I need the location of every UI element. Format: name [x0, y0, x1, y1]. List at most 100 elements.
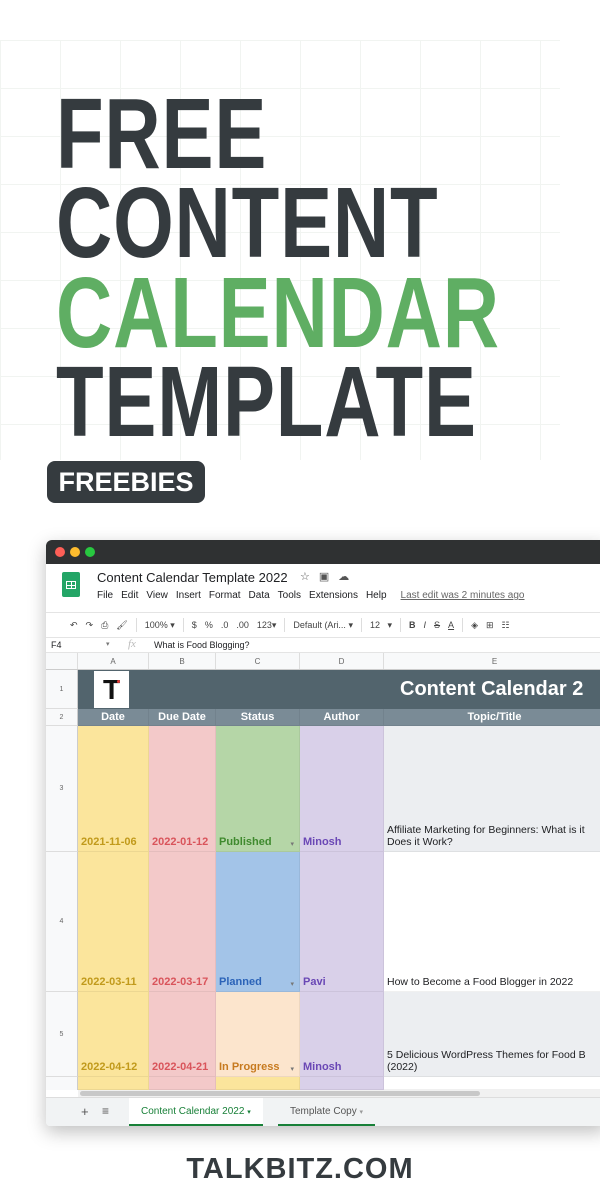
- star-icon[interactable]: ☆: [300, 570, 310, 583]
- move-to-folder-icon[interactable]: ▣: [319, 570, 329, 583]
- header-author[interactable]: Author: [300, 709, 384, 726]
- author-cell[interactable]: Minosh: [300, 726, 384, 852]
- menu-format[interactable]: Format: [209, 590, 241, 601]
- column-header-c[interactable]: C: [216, 653, 300, 669]
- sheet-tabs-bar: + ≡ Content Calendar 2022 ▾ Template Cop…: [46, 1097, 600, 1126]
- topic-cell[interactable]: How to Become a Food Blogger in 2022: [384, 852, 600, 992]
- bold-button[interactable]: B: [409, 620, 416, 630]
- footer-site-name: TALKBITZ.COM: [186, 1153, 414, 1185]
- status-dropdown[interactable]: In Progress ▾: [216, 992, 300, 1077]
- date-cell[interactable]: 2022-04-12: [78, 992, 149, 1077]
- font-select[interactable]: Default (Ari... ▾: [293, 620, 353, 631]
- strikethrough-button[interactable]: S: [434, 620, 440, 630]
- minimize-window-button[interactable]: [70, 547, 80, 557]
- due-date-cell[interactable]: 2022-03-17: [149, 852, 216, 992]
- due-date-cell[interactable]: 2022-01-12: [149, 726, 216, 852]
- text-color-button[interactable]: A: [448, 620, 454, 630]
- header-topic[interactable]: Topic/Title: [384, 709, 600, 726]
- app-header: Content Calendar Template 2022 ☆ ▣ ☁ Fil…: [46, 564, 600, 612]
- spreadsheet-window: Content Calendar Template 2022 ☆ ▣ ☁ Fil…: [46, 540, 600, 1126]
- menu-data[interactable]: Data: [249, 590, 270, 601]
- row-number[interactable]: 1: [46, 670, 78, 709]
- row-number[interactable]: 5: [46, 992, 78, 1077]
- print-icon[interactable]: ⎙: [101, 620, 108, 631]
- select-all-corner[interactable]: [46, 653, 78, 669]
- author-cell[interactable]: Minosh: [300, 992, 384, 1077]
- table-row: 4 2022-03-11 2022-03-17 Planned ▾ Pavi Ho…: [46, 852, 600, 992]
- name-box-dropdown-icon[interactable]: ▾: [106, 640, 110, 648]
- document-title[interactable]: Content Calendar Template 2022: [97, 570, 288, 585]
- date-cell[interactable]: 2022-03-11: [78, 852, 149, 992]
- column-header-b[interactable]: B: [149, 653, 216, 669]
- headline-template: TEMPLATE: [56, 346, 477, 458]
- status-dropdown[interactable]: Planned ▾: [216, 852, 300, 992]
- more-formats-button[interactable]: 123▾: [257, 620, 277, 631]
- borders-icon[interactable]: ⊞: [486, 620, 494, 631]
- tab-template-copy[interactable]: Template Copy ▾: [278, 1098, 375, 1126]
- increase-decimal-button[interactable]: .00: [236, 620, 249, 630]
- header-status[interactable]: Status: [216, 709, 300, 726]
- scrollbar-thumb[interactable]: [80, 1091, 480, 1096]
- fill-color-icon[interactable]: ◈: [471, 620, 478, 631]
- maximize-window-button[interactable]: [85, 547, 95, 557]
- column-header-e[interactable]: E: [384, 653, 600, 669]
- merge-cells-icon[interactable]: ☷: [502, 620, 510, 631]
- menu-view[interactable]: View: [146, 590, 168, 601]
- column-header-a[interactable]: A: [78, 653, 149, 669]
- header-due-date[interactable]: Due Date: [149, 709, 216, 726]
- column-header-d[interactable]: D: [300, 653, 384, 669]
- add-sheet-button[interactable]: +: [81, 1104, 89, 1119]
- row-number[interactable]: 4: [46, 852, 78, 992]
- talkbitz-logo: T: [94, 671, 129, 708]
- topic-cell[interactable]: Affiliate Marketing for Beginners: What …: [384, 726, 600, 852]
- column-headers: A B C D E: [46, 653, 600, 670]
- menu-extensions[interactable]: Extensions: [309, 590, 358, 601]
- header-row: 2 Date Due Date Status Author Topic/Titl…: [46, 709, 600, 726]
- undo-icon[interactable]: ↶: [70, 620, 78, 631]
- author-cell[interactable]: Pavi: [300, 852, 384, 992]
- menu-insert[interactable]: Insert: [176, 590, 201, 601]
- decrease-decimal-button[interactable]: .0: [221, 620, 229, 630]
- dropdown-arrow-icon[interactable]: ▾: [290, 840, 294, 848]
- fx-icon: fx: [128, 638, 136, 650]
- freebies-badge: FREEBIES: [47, 461, 205, 503]
- dropdown-arrow-icon[interactable]: ▾: [290, 980, 294, 988]
- header-date[interactable]: Date: [78, 709, 149, 726]
- percent-button[interactable]: %: [205, 620, 213, 630]
- date-cell[interactable]: 2021-11-06: [78, 726, 149, 852]
- all-sheets-button[interactable]: ≡: [102, 1104, 109, 1118]
- name-box[interactable]: F4: [51, 640, 62, 650]
- horizontal-scrollbar[interactable]: [78, 1090, 600, 1097]
- last-edit-link[interactable]: Last edit was 2 minutes ago: [401, 590, 525, 601]
- row-number[interactable]: 2: [46, 709, 78, 726]
- italic-button[interactable]: I: [424, 620, 427, 630]
- table-row: 5 2022-04-12 2022-04-21 In Progress ▾ Min…: [46, 992, 600, 1077]
- currency-button[interactable]: $: [192, 620, 197, 630]
- due-date-cell[interactable]: 2022-04-21: [149, 992, 216, 1077]
- redo-icon[interactable]: ↷: [86, 620, 94, 631]
- sheets-logo-icon[interactable]: [62, 572, 80, 597]
- menu-tools[interactable]: Tools: [278, 590, 301, 601]
- formula-bar: F4 ▾ fx What is Food Blogging?: [46, 637, 600, 653]
- menu-bar: File Edit View Insert Format Data Tools …: [97, 590, 525, 601]
- menu-file[interactable]: File: [97, 590, 113, 601]
- menu-edit[interactable]: Edit: [121, 590, 138, 601]
- zoom-select[interactable]: 100% ▾: [145, 620, 175, 631]
- paint-format-icon[interactable]: 🖌: [116, 620, 127, 631]
- formula-input[interactable]: What is Food Blogging?: [154, 640, 250, 650]
- banner-row: 1 T Content Calendar 2: [46, 670, 600, 709]
- topic-cell[interactable]: 5 Delicious WordPress Themes for Food B …: [384, 992, 600, 1077]
- font-size-select[interactable]: 12 ▾: [370, 620, 392, 631]
- table-row: [46, 1077, 600, 1090]
- close-window-button[interactable]: [55, 547, 65, 557]
- status-dropdown[interactable]: Published ▾: [216, 726, 300, 852]
- toolbar: ↶ ↷ ⎙ 🖌 100% ▾ $ % .0 .00 123▾ Default (…: [46, 612, 600, 637]
- dropdown-arrow-icon[interactable]: ▾: [290, 1065, 294, 1073]
- cloud-status-icon[interactable]: ☁: [338, 570, 349, 583]
- menu-help[interactable]: Help: [366, 590, 387, 601]
- window-titlebar: [46, 540, 600, 564]
- tab-content-calendar-2022[interactable]: Content Calendar 2022 ▾: [129, 1098, 263, 1126]
- banner-title: Content Calendar 2: [400, 678, 584, 700]
- row-number[interactable]: 3: [46, 726, 78, 852]
- table-row: 3 2021-11-06 2022-01-12 Published ▾ Minos…: [46, 726, 600, 852]
